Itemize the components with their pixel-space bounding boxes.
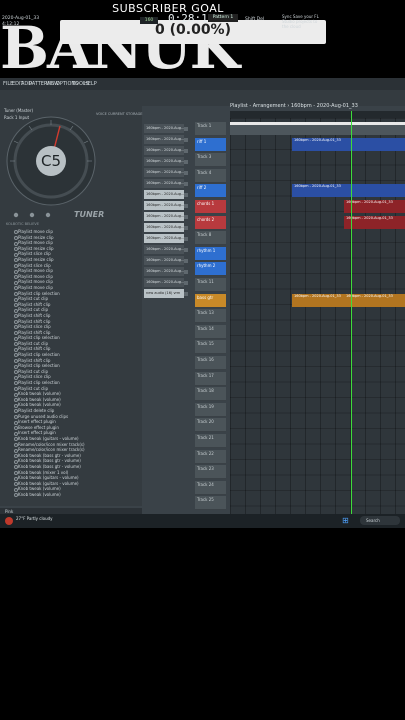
channel-button[interactable]: 160bpm - 2020-Aug...	[144, 234, 184, 243]
channel-button[interactable]: 160bpm - 2020-Aug...	[144, 179, 184, 188]
menu-bar: FILE EDIT ADD PATTERNS VIEW OPTIONS TOOL…	[0, 78, 405, 90]
channel-button[interactable]: 160bpm - 2020-Aug...	[144, 190, 184, 199]
channel-led[interactable]	[184, 247, 188, 252]
channel-button[interactable]: 160bpm - 2020-Aug...	[144, 256, 184, 265]
channel-led[interactable]	[184, 236, 188, 241]
pattern-selector[interactable]: Pattern 1	[208, 14, 238, 22]
track-header[interactable]: riff 1	[195, 137, 226, 152]
channel-led[interactable]	[184, 181, 188, 186]
project-info: 2020-Aug-01_33 4:12:12	[2, 16, 39, 28]
playlist-clip[interactable]: 160bpm - 2020-Aug-01_33	[344, 200, 405, 213]
track-header[interactable]: Track 11	[195, 278, 226, 292]
channel-led[interactable]	[184, 126, 188, 131]
tuner-label: TUNER	[74, 210, 105, 219]
track-header[interactable]: Track 23	[195, 465, 226, 480]
tempo-display[interactable]: 160	[140, 17, 158, 24]
taskbar-search[interactable]: Search	[360, 516, 400, 525]
tuner-note: C5	[36, 146, 66, 176]
track-header[interactable]: bass gtr	[195, 293, 226, 308]
channel-rack: 160bpm - 2020-Aug... 160bpm - 2020-Aug...…	[144, 124, 190, 524]
track-header[interactable]: Track 21	[195, 434, 226, 448]
channel-button[interactable]: 160bpm - 2020-Aug...	[144, 135, 184, 144]
channel-led[interactable]	[184, 214, 188, 219]
snap-controls[interactable]: Shift Del	[245, 17, 264, 22]
channel-led[interactable]	[184, 192, 188, 197]
channel-button[interactable]: 160bpm - 2020-Aug...	[144, 278, 184, 287]
channel-led[interactable]	[184, 280, 188, 285]
channel-led[interactable]	[184, 137, 188, 142]
project-time: 4:12:12	[2, 22, 20, 27]
weather-widget[interactable]: 27°F Partly cloudy	[16, 516, 53, 521]
playlist-title: Playlist - Arrangement › 160bpm - 2020-A…	[230, 103, 358, 109]
track-header[interactable]: Track 8	[195, 231, 226, 246]
track-header[interactable]: Track 15	[195, 340, 226, 355]
channel-button[interactable]: 160bpm - 2020-Aug...	[144, 201, 184, 210]
track-header[interactable]: Track 18	[195, 387, 226, 402]
track-header[interactable]: rhythm 2	[195, 262, 226, 277]
channel-led[interactable]	[184, 258, 188, 263]
channel-led[interactable]	[184, 159, 188, 164]
track-header[interactable]: riff 2	[195, 184, 226, 199]
channel-button[interactable]: new audio (16) vrm	[144, 289, 184, 298]
playlist-clip[interactable]: 160bpm - 2020-Aug-01_33	[292, 184, 405, 198]
channel-button[interactable]: 160bpm - 2020-Aug...	[144, 124, 184, 133]
track-header[interactable]: Track 22	[195, 449, 226, 464]
playlist-clip[interactable]: 160bpm - 2020-Aug-01_33	[344, 293, 405, 307]
track-header[interactable]: chords 1	[195, 200, 226, 214]
track-header[interactable]: Track 4	[195, 168, 226, 183]
channel-button[interactable]: 160bpm - 2020-Aug...	[144, 168, 184, 177]
channel-button[interactable]: 160bpm - 2020-Aug...	[144, 245, 184, 254]
playlist-clip[interactable]	[230, 122, 405, 135]
channel-led[interactable]	[184, 203, 188, 208]
track-header[interactable]: Track 25	[195, 496, 226, 511]
channel-led[interactable]	[184, 170, 188, 175]
track-header[interactable]: Track 13	[195, 309, 226, 324]
channel-button[interactable]: 160bpm - 2020-Aug...	[144, 212, 184, 221]
news-panel[interactable]: Sync Save your FL Studio projects to the…	[282, 14, 322, 29]
tuner-header: Tuner (Master)	[4, 108, 34, 113]
track-headers: Track 1 riff 1 Track 3 Track 4 riff 2 chords …	[195, 122, 229, 522]
weather-icon[interactable]	[5, 517, 13, 525]
track-header[interactable]: Track 1	[195, 122, 226, 136]
playhead[interactable]	[351, 111, 352, 517]
track-header[interactable]: Track 20	[195, 418, 226, 433]
track-header[interactable]: Track 19	[195, 402, 226, 417]
history-item[interactable]: Knob tweak (volume)	[14, 492, 134, 498]
windows-start-icon[interactable]: ⊞	[342, 517, 350, 525]
channel-led[interactable]	[184, 269, 188, 274]
channel-led[interactable]	[184, 225, 188, 230]
tuner-brand: KOLBOTIC BELIEVE	[6, 222, 40, 226]
track-header[interactable]: Track 3	[195, 153, 226, 168]
channel-led[interactable]	[184, 291, 188, 296]
browser-tabs[interactable]: VOICE CURRENT STORAGE	[96, 112, 143, 116]
channel-button[interactable]: 160bpm - 2020-Aug...	[144, 146, 184, 155]
history-list: Playlist move clip Playlist resize clip Pl…	[14, 229, 134, 498]
track-header[interactable]: Track 24	[195, 480, 226, 495]
playlist-grid[interactable]: 160bpm - 2020-Aug-01_33 160bpm - 2020-Aug…	[230, 118, 405, 518]
channel-button[interactable]: 160bpm - 2020-Aug...	[144, 223, 184, 232]
track-header[interactable]: chords 2	[195, 215, 226, 230]
track-header[interactable]: Track 17	[195, 371, 226, 386]
track-header[interactable]: Track 16	[195, 356, 226, 370]
channel-button[interactable]: 160bpm - 2020-Aug...	[144, 157, 184, 166]
playlist-clip[interactable]: 160bpm - 2020-Aug-01_33	[344, 215, 405, 229]
channel-button[interactable]: 160bpm - 2020-Aug...	[144, 267, 184, 276]
menu-help[interactable]: HELP	[84, 81, 97, 87]
track-header[interactable]: rhythm 1	[195, 246, 226, 261]
timeline-ruler[interactable]	[230, 111, 405, 118]
track-header[interactable]: Track 14	[195, 324, 226, 339]
playlist-clip[interactable]: 160bpm - 2020-Aug-01_33	[292, 137, 405, 151]
channel-led[interactable]	[184, 148, 188, 153]
